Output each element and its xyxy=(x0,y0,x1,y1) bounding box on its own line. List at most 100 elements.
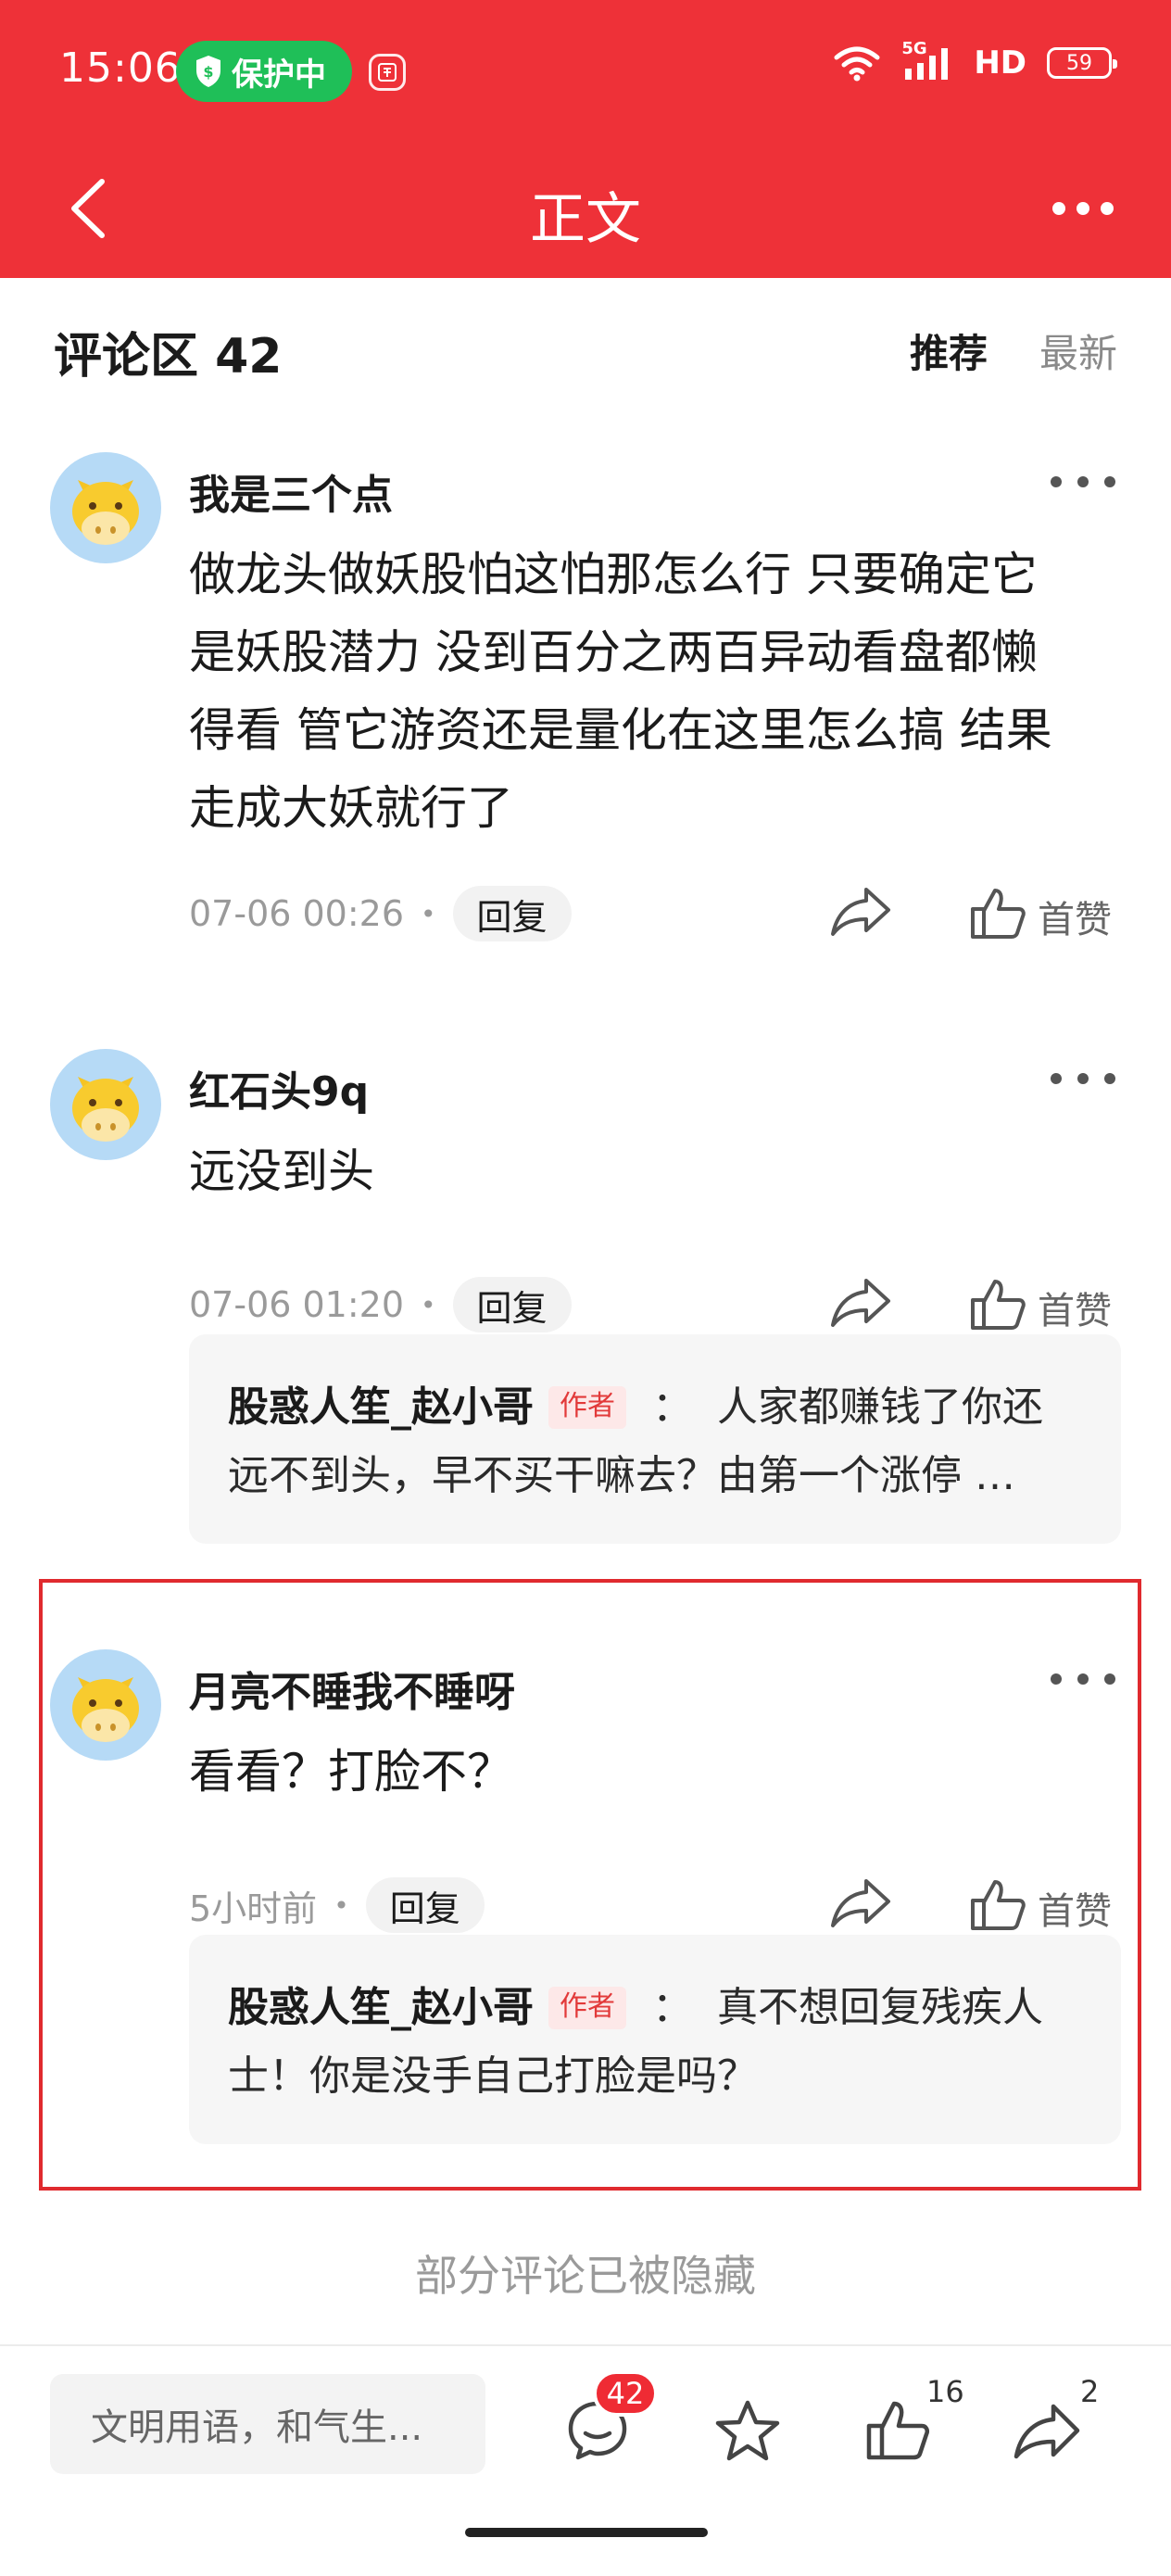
reply-line: 士！你是没手自己打脸是吗？ xyxy=(228,2052,758,2100)
bottom-action-bar: 文明用语，和气生... 42 16 2 xyxy=(0,2344,1171,2576)
like-article-button[interactable]: 16 xyxy=(856,2374,964,2472)
like-button[interactable]: 首赞 xyxy=(969,1271,1112,1336)
comment-text: 做龙头做妖股怕这怕那怎么行 只要确定它 是妖股潜力 没到百分之两百异动看盘都懒 … xyxy=(189,536,1115,847)
share-button[interactable] xyxy=(829,1273,903,1338)
comment-line: 走成大妖就行了 xyxy=(189,781,513,835)
share-icon xyxy=(831,888,890,936)
author-reply-box[interactable]: 股惑人笙_赵小哥 作者 ： 真不想回复残疾人 士！你是没手自己打脸是吗？ xyxy=(189,1935,1121,2144)
reply-text: 真不想回复残疾人 xyxy=(717,1984,1043,2031)
comment-meta: 07-06 00:26 • 回复 xyxy=(189,886,572,941)
comments-header: 评论区 42 推荐 最新 xyxy=(0,278,1171,417)
comment-username[interactable]: 我是三个点 xyxy=(189,461,393,521)
share-button[interactable] xyxy=(829,1874,903,1938)
reply-colon: ： xyxy=(652,1383,693,1431)
like-label: 首赞 xyxy=(1038,899,1112,941)
reply-line: 股惑人笙_赵小哥 作者 ： 真不想回复残疾人 xyxy=(228,1974,1082,2042)
status-bar: 15:06 $ 保护中 5G HD 59 xyxy=(0,0,1171,139)
comments-button[interactable]: 42 xyxy=(556,2370,658,2472)
tab-recommended[interactable]: 推荐 xyxy=(910,322,988,379)
battery-icon: 59 xyxy=(1047,47,1117,79)
share-article-button[interactable]: 2 xyxy=(1006,2374,1099,2472)
author-reply-box[interactable]: 股惑人笙_赵小哥 作者 ： 人家都赚钱了你还 远不到头，早不买干嘛去？由第一个涨停 … xyxy=(189,1334,1121,1544)
status-time: 15:06 xyxy=(59,44,182,92)
protection-label: 保护中 xyxy=(232,56,326,94)
author-tag: 作者 xyxy=(548,1386,626,1429)
author-tag: 作者 xyxy=(548,1987,626,2029)
dot-icon xyxy=(1077,1673,1089,1685)
share-count: 2 xyxy=(1080,2374,1100,2409)
protection-status-pill[interactable]: $ 保护中 xyxy=(176,41,352,102)
share-icon xyxy=(831,1879,890,1927)
comment-line: 看看？打脸不？ xyxy=(189,1745,513,1799)
wifi-icon xyxy=(834,46,880,82)
shield-icon: $ xyxy=(196,56,220,87)
meta-separator: • xyxy=(421,1289,436,1320)
cow-avatar-icon xyxy=(72,1077,139,1142)
system-icons: 5G HD 59 xyxy=(833,39,1117,82)
meta-separator: • xyxy=(421,898,436,929)
comment-more-button[interactable] xyxy=(1051,1060,1115,1097)
battery-level: 59 xyxy=(1066,51,1092,75)
comment-more-button[interactable] xyxy=(1051,463,1115,500)
comments-title: 评论区 42 xyxy=(54,329,283,385)
dot-icon xyxy=(1104,1673,1115,1685)
more-options-button[interactable] xyxy=(1032,176,1134,241)
dot-icon xyxy=(1077,476,1089,487)
comment-item: 红石头9q 远没到头 07-06 01:20 • 回复 首赞 股惑人笙_赵小哥作… xyxy=(0,1042,1171,1560)
app-notification-icon xyxy=(369,54,406,91)
reply-author[interactable]: 股惑人笙_赵小哥 xyxy=(228,1984,534,2031)
comment-text: 看看？打脸不？ xyxy=(189,1733,1115,1811)
signal-icon xyxy=(905,48,949,80)
comment-time: 07-06 00:26 xyxy=(189,893,405,934)
title-bar: 正文 xyxy=(0,139,1171,278)
reply-line: 股惑人笙_赵小哥 作者 ： 人家都赚钱了你还 xyxy=(228,1373,1082,1442)
like-label: 首赞 xyxy=(1038,1290,1112,1332)
like-button[interactable]: 首赞 xyxy=(969,1872,1112,1937)
comment-meta: 5小时前 • 回复 xyxy=(189,1877,485,1933)
comment-text: 远没到头 xyxy=(189,1132,1115,1210)
avatar[interactable] xyxy=(50,1049,161,1160)
avatar[interactable] xyxy=(50,1649,161,1761)
like-button[interactable]: 首赞 xyxy=(969,880,1112,945)
comment-username[interactable]: 红石头9q xyxy=(189,1058,369,1118)
reply-button[interactable]: 回复 xyxy=(452,1277,572,1332)
dot-icon xyxy=(1051,1673,1062,1685)
hidden-comments-note: 部分评论已被隐藏 xyxy=(415,2251,756,2301)
reply-text: 人家都赚钱了你还 xyxy=(717,1383,1043,1431)
comment-line: 是妖股潜力 没到百分之两百异动看盘都懒 xyxy=(189,625,1038,679)
more-dot-icon xyxy=(1101,202,1114,215)
avatar[interactable] xyxy=(50,452,161,563)
share-button[interactable] xyxy=(829,882,903,947)
cow-avatar-icon xyxy=(72,1677,139,1742)
tab-latest[interactable]: 最新 xyxy=(1039,322,1117,379)
like-label: 首赞 xyxy=(1038,1890,1112,1933)
signal-indicator: 5G xyxy=(901,39,953,82)
reply-button[interactable]: 回复 xyxy=(452,886,572,941)
dot-icon xyxy=(1104,1073,1115,1084)
reply-line: 远不到头，早不买干嘛去？由第一个涨停 … xyxy=(228,1452,1015,1499)
reply-button[interactable]: 回复 xyxy=(365,1877,485,1933)
comment-more-button[interactable] xyxy=(1051,1661,1115,1698)
star-icon xyxy=(715,2400,780,2461)
dot-icon xyxy=(1104,476,1115,487)
comment-input[interactable]: 文明用语，和气生... xyxy=(50,2374,485,2474)
comment-username[interactable]: 月亮不睡我不睡呀 xyxy=(189,1659,515,1718)
comment-line: 做龙头做妖股怕这怕那怎么行 只要确定它 xyxy=(189,548,1038,601)
comment-item: 月亮不睡我不睡呀 看看？打脸不？ 5小时前 • 回复 首赞 股惑人笙_赵小哥 作者… xyxy=(0,1642,1171,2161)
thumbs-up-icon xyxy=(866,2401,930,2460)
share-icon xyxy=(1014,2404,1080,2459)
sort-tabs: 推荐 最新 xyxy=(910,322,1117,379)
comment-line: 远没到头 xyxy=(189,1144,374,1198)
more-dot-icon xyxy=(1052,202,1065,215)
dot-icon xyxy=(1051,476,1062,487)
favorite-button[interactable] xyxy=(706,2389,789,2472)
comment-meta: 07-06 01:20 • 回复 xyxy=(189,1277,572,1332)
home-indicator[interactable] xyxy=(465,2528,708,2537)
reply-author[interactable]: 股惑人笙_赵小哥 xyxy=(228,1383,534,1431)
share-icon xyxy=(831,1279,890,1327)
top-bar: 15:06 $ 保护中 5G HD 59 正文 xyxy=(0,0,1171,278)
comment-count-badge: 42 xyxy=(593,2370,658,2417)
comment-line: 得看 管它游资还是量化在这里怎么搞 结果 xyxy=(189,703,1052,757)
comment-time: 07-06 01:20 xyxy=(189,1284,405,1325)
thumbs-up-icon xyxy=(971,889,1026,939)
